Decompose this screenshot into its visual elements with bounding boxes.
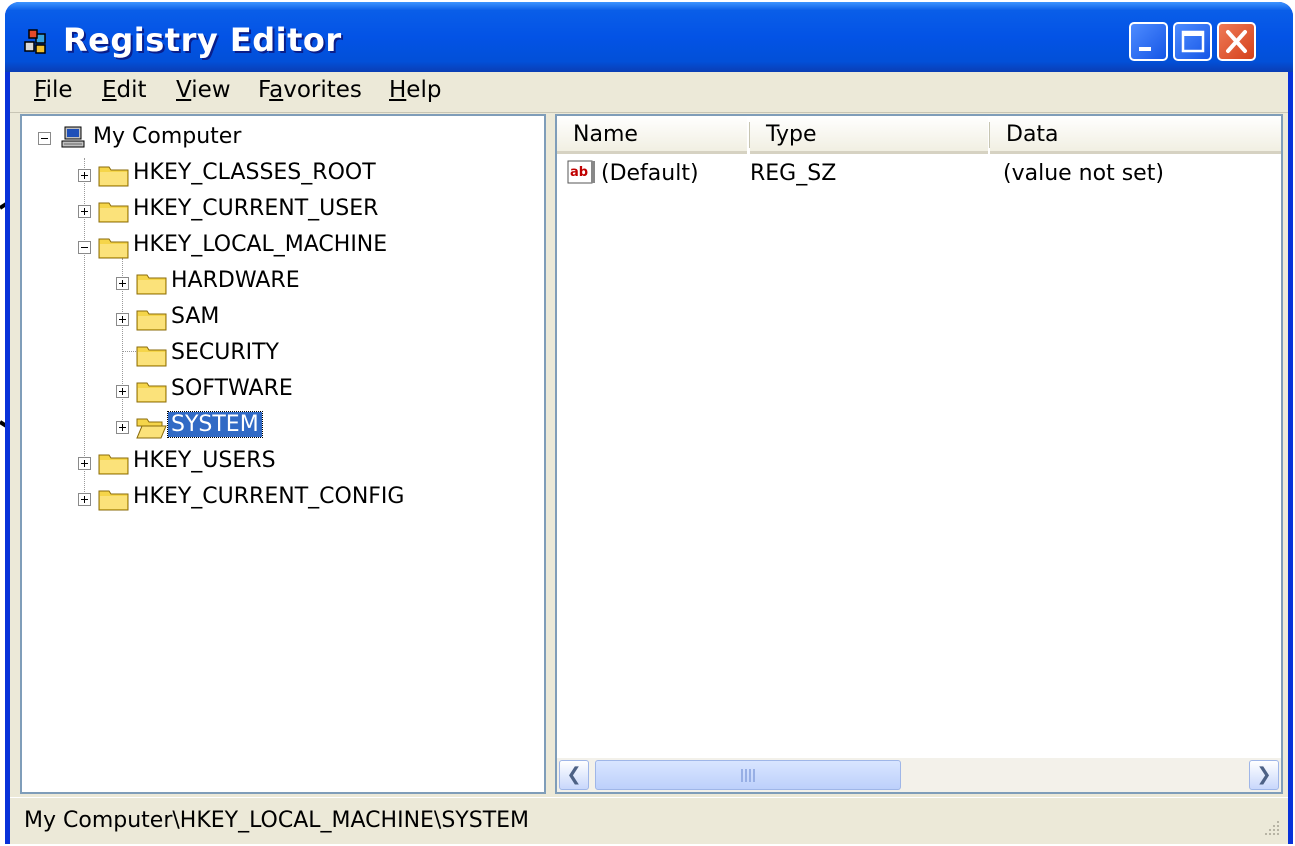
expand-toggle[interactable]	[78, 493, 91, 506]
registry-editor-window: Registry Editor File Edit View Favorites…	[5, 2, 1293, 844]
menu-view[interactable]: View	[176, 77, 231, 103]
tree-label: HKEY_CURRENT_USER	[133, 196, 379, 221]
column-header-data[interactable]: Data	[990, 116, 1281, 154]
collapse-toggle[interactable]	[38, 132, 51, 145]
scroll-thumb[interactable]	[595, 760, 901, 790]
maximize-icon	[1181, 30, 1205, 53]
expand-toggle[interactable]	[78, 169, 91, 182]
expand-toggle[interactable]	[78, 205, 91, 218]
tree-item-security[interactable]: SECURITY	[36, 338, 436, 372]
tree-label-my-computer: My Computer	[93, 124, 242, 149]
folder-icon	[136, 346, 167, 367]
menu-file[interactable]: File	[34, 77, 73, 103]
expand-toggle[interactable]	[116, 313, 129, 326]
client-area: File Edit View Favorites Help My Compute…	[10, 72, 1288, 844]
values-list-pane[interactable]: Name Type Data ab (Default) REG_SZ (valu…	[555, 114, 1283, 794]
scroll-right-button[interactable]: ❯	[1249, 760, 1279, 790]
minimize-button[interactable]	[1129, 22, 1168, 61]
menu-help[interactable]: Help	[389, 77, 441, 103]
tree-item-hkey-classes-root[interactable]: HKEY_CLASSES_ROOT	[36, 158, 436, 192]
tree-label: HARDWARE	[171, 268, 300, 293]
column-label: Type	[766, 122, 817, 147]
scroll-left-button[interactable]: ❮	[559, 760, 589, 790]
close-button[interactable]	[1217, 22, 1256, 61]
tree-item-system[interactable]: SYSTEM	[36, 410, 436, 444]
value-type: REG_SZ	[750, 161, 837, 186]
tree-label: SAM	[171, 304, 220, 329]
folder-icon	[98, 454, 129, 475]
tree-item-hkey-current-user[interactable]: HKEY_CURRENT_USER	[36, 194, 436, 228]
minimize-icon	[1139, 47, 1151, 51]
resize-grip-icon[interactable]	[1262, 818, 1282, 838]
string-value-icon: ab	[567, 160, 595, 184]
window-title: Registry Editor	[63, 21, 342, 59]
expand-toggle[interactable]	[116, 385, 129, 398]
menu-favorites[interactable]: Favorites	[258, 77, 362, 103]
grip-icon	[741, 769, 755, 782]
tree-item-hardware[interactable]: HARDWARE	[36, 266, 436, 300]
folder-icon	[98, 202, 129, 223]
folder-icon	[136, 382, 167, 403]
folder-icon	[98, 238, 129, 259]
computer-icon	[61, 126, 85, 148]
expand-toggle[interactable]	[78, 457, 91, 470]
tree-item-software[interactable]: SOFTWARE	[36, 374, 436, 408]
tree-label-selected: SYSTEM	[167, 411, 263, 438]
tree-label: HKEY_CLASSES_ROOT	[133, 160, 376, 185]
registry-editor-icon	[24, 29, 46, 54]
svg-text:ab: ab	[570, 165, 588, 180]
tree-label: SOFTWARE	[171, 376, 293, 401]
horizontal-scrollbar[interactable]: ❮ ❯	[557, 758, 1281, 792]
tree-item-sam[interactable]: SAM	[36, 302, 436, 336]
tree-label: SECURITY	[171, 340, 279, 365]
tree-label: HKEY_CURRENT_CONFIG	[133, 484, 405, 509]
folder-icon	[136, 310, 167, 331]
close-icon	[1226, 30, 1247, 53]
open-folder-icon	[136, 418, 167, 439]
folder-icon	[98, 490, 129, 511]
column-header-name[interactable]: Name	[557, 116, 747, 154]
status-bar: My Computer\HKEY_LOCAL_MACHINE\SYSTEM	[10, 797, 1288, 844]
tree-label: HKEY_USERS	[133, 448, 276, 473]
folder-icon	[136, 274, 167, 295]
tree-label: HKEY_LOCAL_MACHINE	[133, 232, 388, 257]
tree-item-hkey-users[interactable]: HKEY_USERS	[36, 446, 436, 480]
key-tree-pane[interactable]: My Computer HKEY_CLASSES_ROOT HKEY_CURRE…	[20, 114, 546, 794]
title-bar[interactable]: Registry Editor	[5, 2, 1293, 72]
menu-bar: File Edit View Favorites Help	[10, 72, 1288, 113]
value-name: (Default)	[601, 161, 699, 186]
status-path: My Computer\HKEY_LOCAL_MACHINE\SYSTEM	[24, 808, 530, 833]
maximize-button[interactable]	[1173, 22, 1212, 61]
column-label: Data	[1006, 122, 1059, 147]
collapse-toggle[interactable]	[78, 241, 91, 254]
menu-edit[interactable]: Edit	[102, 77, 147, 103]
tree-item-hkey-local-machine[interactable]: HKEY_LOCAL_MACHINE	[36, 230, 436, 264]
column-label: Name	[573, 122, 638, 147]
folder-icon	[98, 166, 129, 187]
column-header-type[interactable]: Type	[750, 116, 988, 154]
expand-toggle[interactable]	[116, 421, 129, 434]
expand-toggle[interactable]	[116, 277, 129, 290]
value-data: (value not set)	[1003, 161, 1164, 186]
tree-item-hkey-current-config[interactable]: HKEY_CURRENT_CONFIG	[36, 482, 476, 516]
tree-item-my-computer[interactable]: My Computer	[36, 122, 336, 156]
